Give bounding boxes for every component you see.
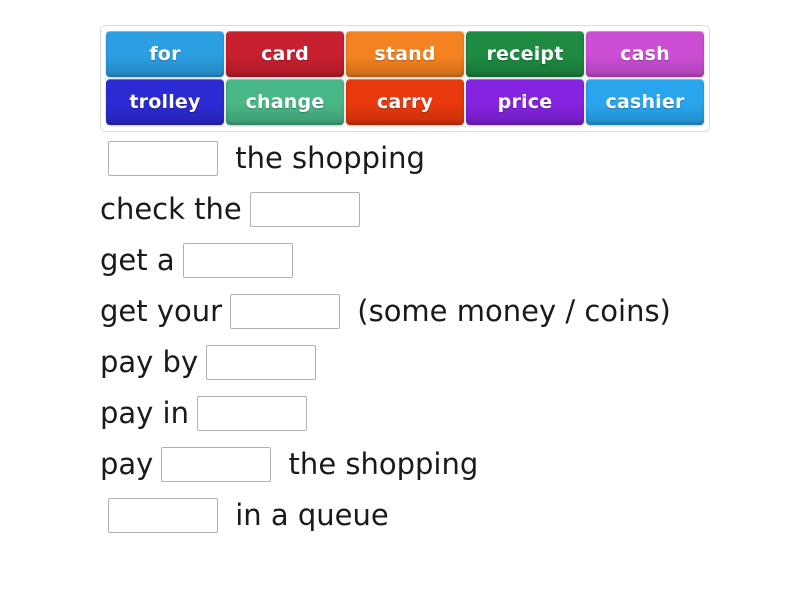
sentence-line: pay by <box>100 340 760 385</box>
answer-blank[interactable] <box>161 447 272 482</box>
sentence-text-after: (some money / coins) <box>348 294 671 328</box>
sentence-text-before: check the <box>100 192 242 226</box>
answer-blank[interactable] <box>249 192 360 227</box>
answer-blank[interactable] <box>197 396 307 431</box>
answer-blank[interactable] <box>182 243 293 278</box>
sentence-text-before: pay <box>100 447 154 481</box>
sentence-text-before: pay in <box>100 396 189 430</box>
sentence-text-before: get your <box>100 294 223 328</box>
sentence-text-after: in a queue <box>226 498 389 532</box>
sentence-line: check the <box>100 187 760 232</box>
sentence-line: get your (some money / coins) <box>100 289 760 334</box>
sentence-line: get a <box>100 238 760 283</box>
word-tile-stand[interactable]: stand <box>346 31 464 77</box>
word-tile-cash[interactable]: cash <box>586 31 704 77</box>
word-tile-card[interactable]: card <box>226 31 344 77</box>
sentence-text-after: the shopping <box>226 141 425 175</box>
sentence-line: pay the shopping <box>100 442 760 487</box>
word-bank-panel: for card stand receipt cash trolley change carr… <box>100 25 710 132</box>
sentence-line: the shopping <box>100 136 760 181</box>
word-tile-cashier[interactable]: cashier <box>586 79 704 125</box>
sentence-text-before: get a <box>100 243 175 277</box>
sentence-text-before: pay by <box>100 345 199 379</box>
word-bank-row: trolley change carry price cashier <box>106 79 704 125</box>
word-tile-receipt[interactable]: receipt <box>466 31 584 77</box>
word-tile-for[interactable]: for <box>106 31 224 77</box>
answer-blank[interactable] <box>108 498 218 533</box>
word-tile-trolley[interactable]: trolley <box>106 79 224 125</box>
word-tile-carry[interactable]: carry <box>346 79 464 125</box>
answer-blank[interactable] <box>230 294 341 329</box>
sentence-line: in a queue <box>100 493 760 538</box>
word-tile-price[interactable]: price <box>466 79 584 125</box>
sentence-list: the shopping check the get a get your (some… <box>100 136 760 544</box>
answer-blank[interactable] <box>108 141 218 176</box>
answer-blank[interactable] <box>206 345 317 380</box>
word-tile-change[interactable]: change <box>226 79 344 125</box>
sentence-text-after: the shopping <box>279 447 479 481</box>
word-bank-row: for card stand receipt cash <box>106 31 704 77</box>
sentence-line: pay in <box>100 391 760 436</box>
